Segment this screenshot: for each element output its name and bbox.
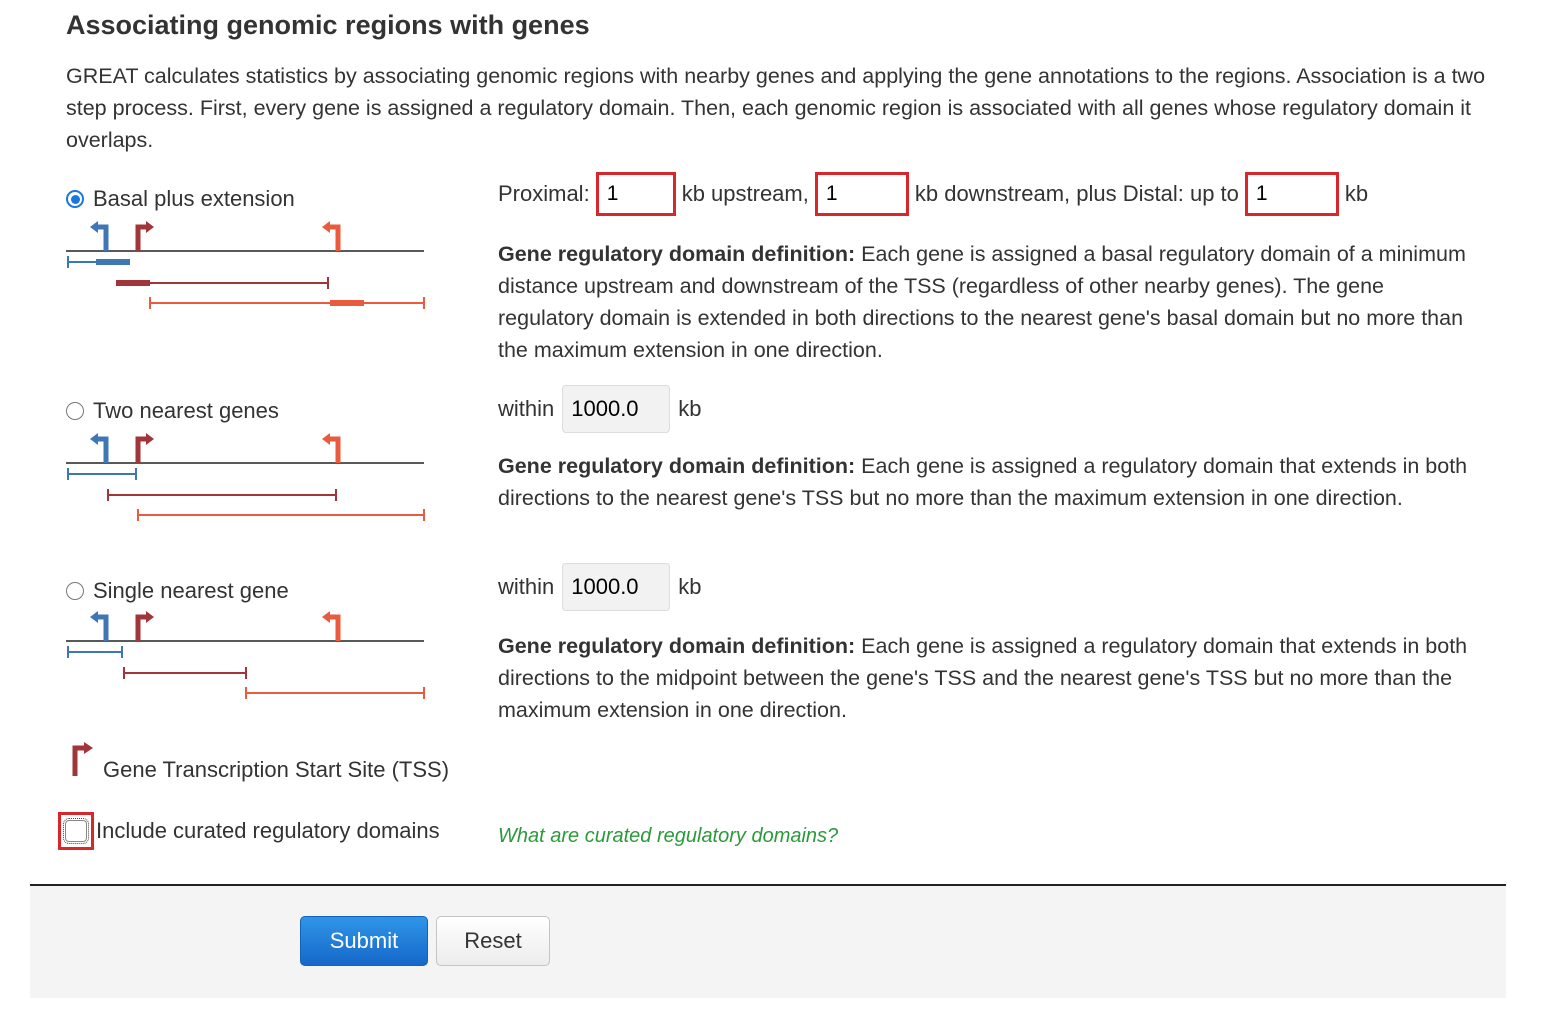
orange-tss-icon [322, 433, 341, 463]
page-title: Associating genomic regions with genes [66, 10, 590, 40]
single-nearest-distance-input[interactable] [562, 563, 671, 611]
tss-arrow-icon [72, 742, 93, 776]
upstream-input[interactable] [595, 172, 676, 216]
option-basal[interactable]: Basal plus extension [66, 186, 295, 212]
curated-help-link[interactable]: What are curated regulatory domains? [498, 825, 838, 848]
blue-tss-icon [90, 221, 109, 251]
distal-unit: kb [1344, 181, 1369, 206]
curated-option[interactable]: Include curated regulatory domains [58, 812, 440, 850]
downstream-unit: kb downstream, plus Distal: up to [914, 181, 1239, 206]
two-nearest-unit: kb [678, 396, 702, 421]
blue-tss-icon [90, 433, 109, 463]
basal-definition-heading: Gene regulatory domain definition: [498, 242, 856, 266]
single-nearest-radio[interactable] [66, 582, 84, 600]
darkred-tss-icon [135, 611, 154, 641]
single-nearest-definition-heading: Gene regulatory domain definition: [498, 634, 856, 658]
two-nearest-radio[interactable] [66, 402, 84, 420]
single-nearest-params: within kb [498, 563, 702, 611]
downstream-input[interactable] [814, 172, 909, 216]
blue-tss-icon [90, 611, 109, 641]
two-nearest-distance-input[interactable] [562, 385, 671, 433]
single-nearest-label: Single nearest gene [93, 578, 289, 603]
option-single-nearest[interactable]: Single nearest gene [66, 578, 289, 604]
darkred-tss-icon [135, 433, 154, 463]
single-nearest-unit: kb [678, 574, 702, 599]
two-nearest-label: Two nearest genes [93, 398, 279, 423]
option-two-nearest[interactable]: Two nearest genes [66, 398, 279, 424]
basal-radio[interactable] [66, 190, 84, 208]
curated-checkbox-highlight[interactable] [58, 812, 94, 850]
orange-tss-icon [322, 611, 341, 641]
basal-params: Proximal: kb upstream, kb downstream, pl… [498, 172, 1368, 216]
single-nearest-within-label: within [498, 574, 555, 599]
basal-definition: Gene regulatory domain definition: Each … [498, 238, 1478, 366]
two-nearest-params: within kb [498, 385, 702, 433]
proximal-label: Proximal: [498, 181, 590, 206]
single-nearest-definition: Gene regulatory domain definition: Each … [498, 630, 1478, 726]
two-nearest-definition-heading: Gene regulatory domain definition: [498, 454, 856, 478]
darkred-tss-icon [135, 221, 154, 251]
reset-button[interactable]: Reset [436, 916, 550, 966]
intro-paragraph: GREAT calculates statistics by associati… [66, 64, 1486, 152]
submit-button[interactable]: Submit [300, 916, 428, 966]
orange-tss-icon [322, 221, 341, 251]
basal-diagram [66, 221, 425, 309]
curated-label: Include curated regulatory domains [96, 818, 440, 843]
distal-input[interactable] [1244, 172, 1339, 216]
basal-label: Basal plus extension [93, 186, 295, 211]
two-nearest-definition: Gene regulatory domain definition: Each … [498, 450, 1478, 514]
form-footer [30, 886, 1506, 998]
two-nearest-within-label: within [498, 396, 555, 421]
legend-label: Gene Transcription Start Site (TSS) [103, 757, 450, 782]
single-nearest-diagram [66, 611, 425, 699]
curated-checkbox[interactable] [63, 818, 89, 844]
two-nearest-diagram [66, 433, 425, 521]
upstream-unit: kb upstream, [681, 181, 809, 206]
